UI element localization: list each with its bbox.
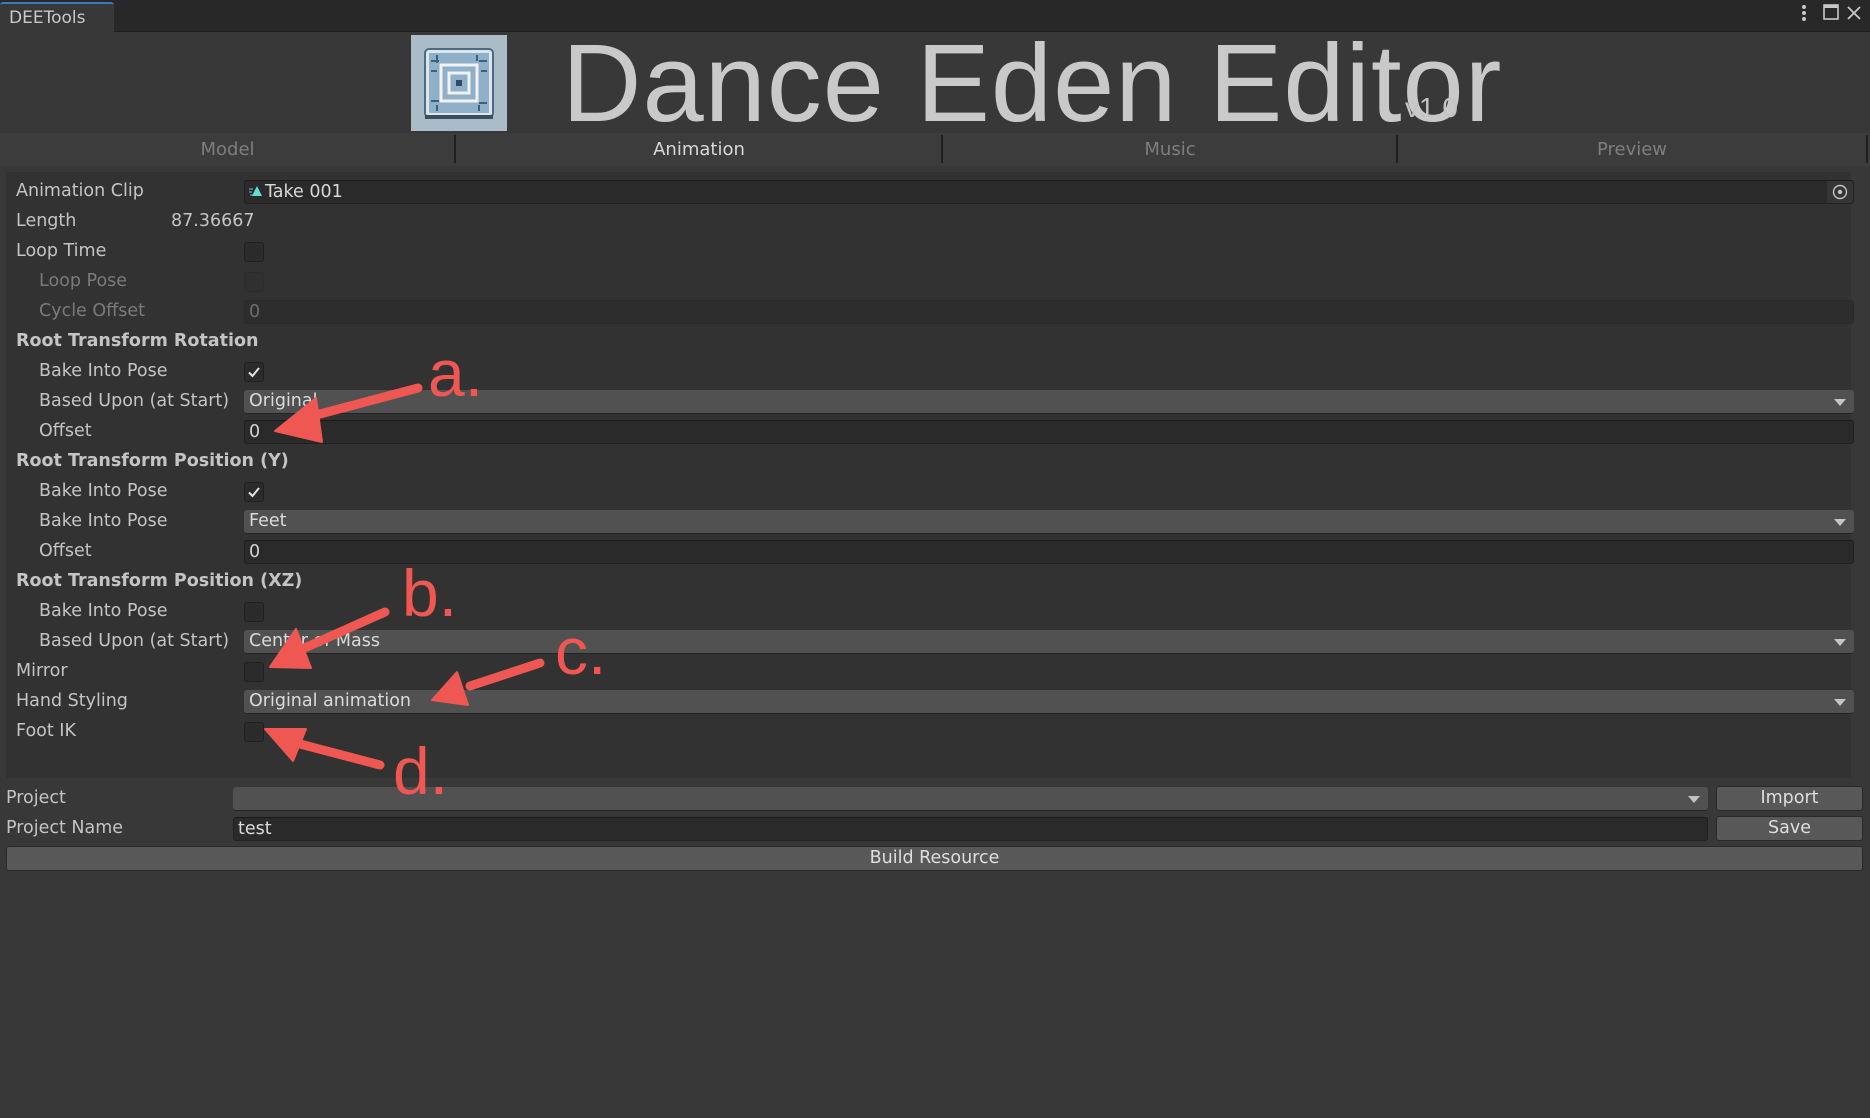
root-rotation-based-upon-value: Original xyxy=(249,391,318,411)
annotation-label-b: b. xyxy=(402,556,458,630)
root-position-xz-bake-row: Bake Into Pose xyxy=(0,597,1870,627)
root-rotation-based-upon-label: Based Upon (at Start) xyxy=(39,391,230,411)
chevron-down-icon xyxy=(1834,699,1846,706)
root-position-y-offset-label: Offset xyxy=(39,541,92,561)
root-position-y-header-row: Root Transform Position (Y) xyxy=(0,447,1870,477)
root-position-xz-based-upon-label: Based Upon (at Start) xyxy=(39,631,230,651)
root-position-y-bake-label: Bake Into Pose xyxy=(39,481,168,501)
root-rotation-based-upon-dropdown[interactable]: Original xyxy=(244,390,1854,414)
foot-ik-checkbox[interactable] xyxy=(244,722,264,742)
root-position-y-based-upon-label: Bake Into Pose xyxy=(39,511,168,531)
loop-pose-row: Loop Pose xyxy=(0,267,1870,297)
chevron-down-icon xyxy=(1834,399,1846,406)
close-icon[interactable] xyxy=(1843,4,1865,26)
chevron-down-icon xyxy=(1834,519,1846,526)
annotation-label-c: c. xyxy=(555,614,607,688)
import-button[interactable]: Import xyxy=(1716,786,1863,811)
project-name-row: Project Name test Save xyxy=(0,814,1870,844)
root-rotation-header: Root Transform Rotation xyxy=(16,331,259,351)
hand-styling-label: Hand Styling xyxy=(16,691,128,711)
root-position-y-offset-row: Offset 0 xyxy=(0,537,1870,567)
length-row: Length 87.36667 xyxy=(0,207,1870,237)
root-position-xz-based-upon-row: Based Upon (at Start) Center of Mass xyxy=(0,627,1870,657)
root-position-y-bake-row: Bake Into Pose xyxy=(0,477,1870,507)
circuit-logo-icon xyxy=(411,35,507,131)
root-rotation-offset-label: Offset xyxy=(39,421,92,441)
window-tab-deetools[interactable]: DEETools xyxy=(0,2,114,32)
root-position-xz-bake-label: Bake Into Pose xyxy=(39,601,168,621)
root-rotation-offset-row: Offset 0 xyxy=(0,417,1870,447)
project-dropdown[interactable] xyxy=(233,787,1708,811)
root-rotation-bake-label: Bake Into Pose xyxy=(39,361,168,381)
foot-ik-label: Foot IK xyxy=(16,721,76,741)
mirror-checkbox[interactable] xyxy=(244,662,264,682)
cycle-offset-row: Cycle Offset 0 xyxy=(0,297,1870,327)
foot-ik-row: Foot IK xyxy=(0,717,1870,747)
root-rotation-bake-checkbox[interactable] xyxy=(244,362,264,382)
root-position-y-offset-field[interactable]: 0 xyxy=(244,540,1854,564)
chevron-down-icon xyxy=(1688,796,1700,803)
root-position-y-header: Root Transform Position (Y) xyxy=(16,451,289,471)
main-tabs: Model Animation Music Preview xyxy=(0,133,1870,166)
hand-styling-value: Original animation xyxy=(249,691,412,711)
cycle-offset-label: Cycle Offset xyxy=(39,301,145,321)
animation-clip-value: Take 001 xyxy=(265,182,343,202)
root-position-xz-header: Root Transform Position (XZ) xyxy=(16,571,303,591)
vertical-ellipsis-icon[interactable] xyxy=(1793,4,1815,26)
root-position-y-based-upon-row: Bake Into Pose Feet xyxy=(0,507,1870,537)
window-tab-label: DEETools xyxy=(9,8,86,28)
loop-pose-label: Loop Pose xyxy=(39,271,128,291)
loop-pose-checkbox[interactable] xyxy=(244,272,264,292)
mirror-row: Mirror xyxy=(0,657,1870,687)
length-label: Length xyxy=(16,211,77,231)
animation-clip-row: Animation Clip Take 001 xyxy=(0,177,1870,207)
animation-clip-label: Animation Clip xyxy=(16,181,144,201)
annotation-label-a: a. xyxy=(428,336,484,410)
project-name-label: Project Name xyxy=(6,818,124,838)
animation-clip-icon xyxy=(249,181,263,203)
tab-model[interactable]: Model xyxy=(0,133,455,166)
root-position-xz-based-upon-dropdown[interactable]: Center of Mass xyxy=(244,630,1854,654)
root-rotation-header-row: Root Transform Rotation xyxy=(0,327,1870,357)
project-name-input[interactable]: test xyxy=(233,817,1708,841)
cycle-offset-field[interactable]: 0 xyxy=(244,300,1854,324)
save-button[interactable]: Save xyxy=(1716,816,1863,841)
project-label: Project xyxy=(6,788,66,808)
chevron-down-icon xyxy=(1834,639,1846,646)
build-resource-button[interactable]: Build Resource xyxy=(6,846,1863,871)
root-position-xz-bake-checkbox[interactable] xyxy=(244,602,264,622)
root-position-y-bake-checkbox[interactable] xyxy=(244,482,264,502)
mirror-label: Mirror xyxy=(16,661,68,681)
loop-time-checkbox[interactable] xyxy=(244,242,264,262)
checkmark-icon xyxy=(248,487,260,498)
loop-time-row: Loop Time xyxy=(0,237,1870,267)
app-version: v1.0 xyxy=(1405,92,1458,123)
loop-time-label: Loop Time xyxy=(16,241,107,261)
checkmark-icon xyxy=(248,367,260,378)
tab-animation[interactable]: Animation xyxy=(456,133,942,166)
app-title: Dance Eden Editor xyxy=(562,22,1503,145)
root-rotation-bake-row: Bake Into Pose xyxy=(0,357,1870,387)
root-position-y-based-upon-dropdown[interactable]: Feet xyxy=(244,510,1854,534)
hand-styling-dropdown[interactable]: Original animation xyxy=(244,690,1854,714)
annotation-label-d: d. xyxy=(393,734,449,808)
root-rotation-based-upon-row: Based Upon (at Start) Original xyxy=(0,387,1870,417)
root-rotation-offset-field[interactable]: 0 xyxy=(244,420,1854,444)
tab-divider xyxy=(1866,135,1868,163)
animation-clip-field[interactable]: Take 001 xyxy=(244,180,1854,204)
object-picker-icon[interactable] xyxy=(1827,181,1853,203)
tab-preview[interactable]: Preview xyxy=(1398,133,1866,166)
root-position-xz-header-row: Root Transform Position (XZ) xyxy=(0,567,1870,597)
maximize-icon[interactable] xyxy=(1820,4,1842,26)
hand-styling-row: Hand Styling Original animation xyxy=(0,687,1870,717)
tab-music[interactable]: Music xyxy=(943,133,1397,166)
length-value: 87.36667 xyxy=(171,211,255,231)
root-position-y-based-upon-value: Feet xyxy=(249,511,287,531)
root-position-xz-based-upon-value: Center of Mass xyxy=(249,631,380,651)
project-row: Project Import xyxy=(0,784,1870,814)
